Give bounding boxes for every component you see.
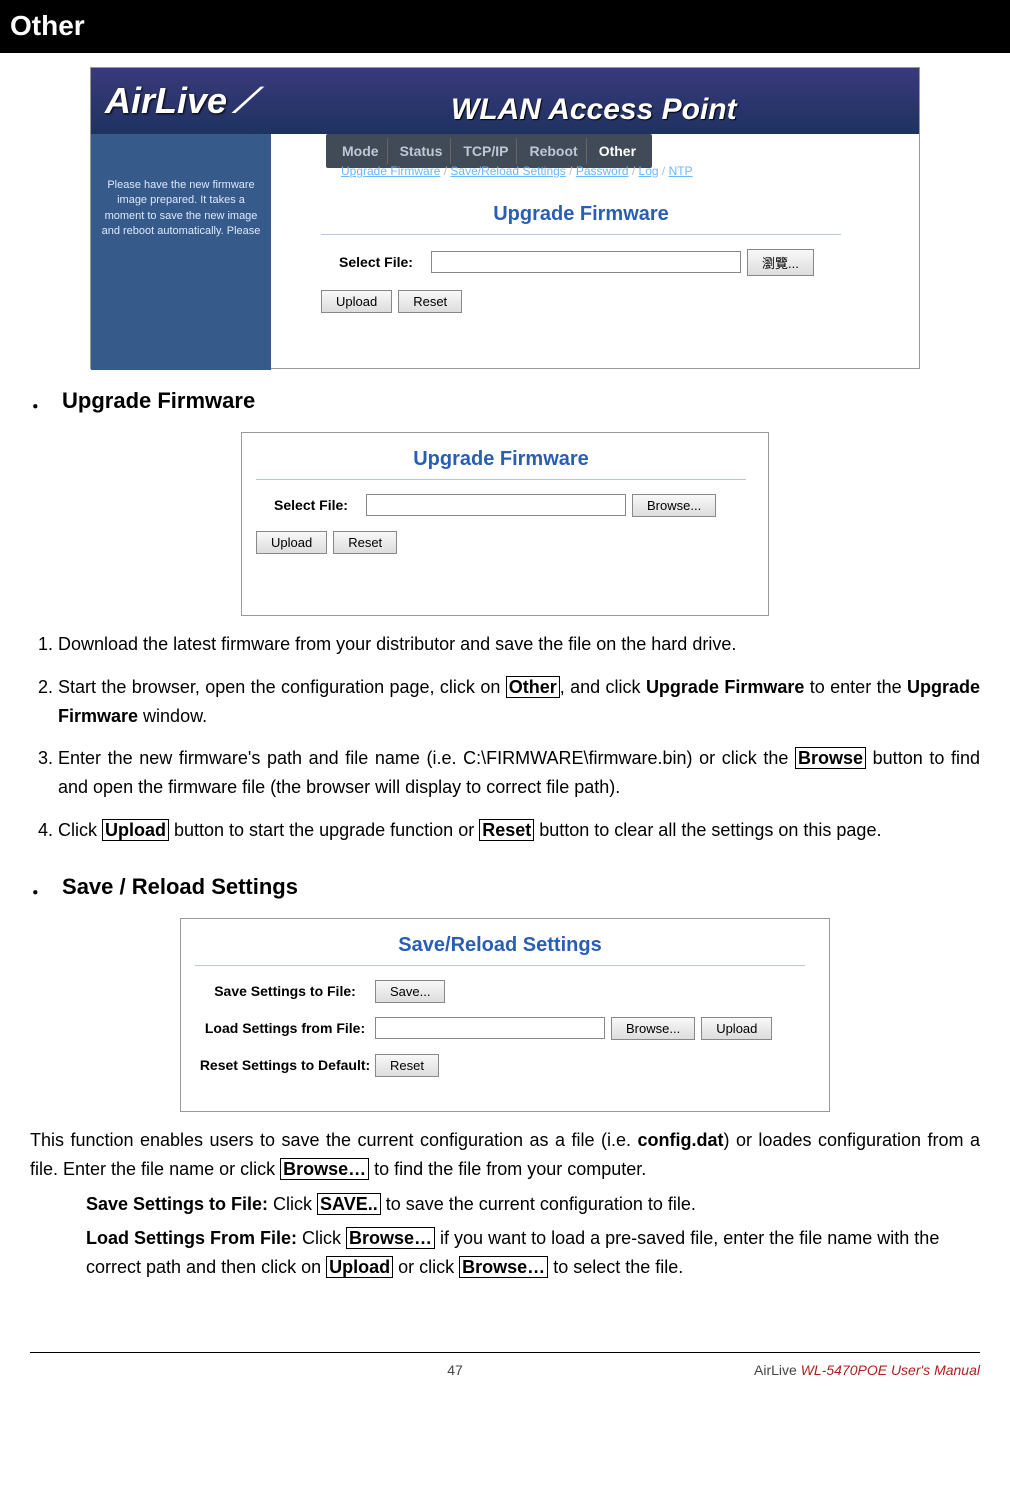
ss3-heading: Save/Reload Settings (195, 929, 805, 966)
subnav-log[interactable]: Log (639, 164, 659, 178)
logo-swoosh-icon: ⟋ (233, 74, 257, 128)
ss3-save-button[interactable]: Save... (375, 980, 445, 1003)
select-file-input[interactable] (431, 251, 741, 273)
save-reload-description: This function enables users to save the … (30, 1126, 980, 1184)
section-upgrade-firmware: ．Upgrade Firmware (30, 383, 1010, 418)
ss2-upload-button[interactable]: Upload (256, 531, 327, 554)
upgrade-panel: Upgrade Firmware Select File: 瀏覽... Uplo… (321, 198, 841, 313)
ss2-select-file-input[interactable] (366, 494, 626, 516)
select-file-label: Select File: (321, 251, 431, 273)
ss2-browse-button[interactable]: Browse... (632, 494, 716, 517)
screenshot-other-page: AirLive ⟋ WLAN Access Point Mode Status … (90, 67, 920, 369)
subnav-password[interactable]: Password (576, 164, 629, 178)
subnav-save-reload[interactable]: Save/Reload Settings (450, 164, 565, 178)
bullet-icon: ． (30, 388, 52, 413)
sep: / (662, 164, 669, 178)
upgrade-firmware-heading: Upgrade Firmware (321, 198, 841, 235)
logo-airlive: AirLive (105, 72, 227, 130)
tab-status[interactable]: Status (392, 138, 452, 164)
ss3-browse-button[interactable]: Browse... (611, 1017, 695, 1040)
wlan-title: WLAN Access Point (451, 86, 737, 134)
ss2-heading: Upgrade Firmware (256, 443, 746, 480)
inline-box-reset: Reset (479, 819, 534, 841)
ss3-upload-button[interactable]: Upload (701, 1017, 772, 1040)
inline-box-browse2: Browse… (280, 1158, 369, 1180)
reset-button[interactable]: Reset (398, 290, 462, 313)
subnav-ntp[interactable]: NTP (669, 164, 693, 178)
tab-reboot[interactable]: Reboot (521, 138, 586, 164)
sidebar-help-text: Please have the new firmware image prepa… (91, 134, 271, 370)
tab-other[interactable]: Other (591, 138, 644, 164)
section-save-reload: ．Save / Reload Settings (30, 869, 1010, 904)
tab-tcpip[interactable]: TCP/IP (455, 138, 517, 164)
screenshot-upgrade-firmware: Upgrade Firmware Select File: Browse... … (241, 432, 769, 616)
inline-box-save: SAVE.. (317, 1193, 381, 1215)
other-subnav: Upgrade Firmware / Save/Reload Settings … (341, 162, 693, 181)
inline-box-browse4: Browse… (459, 1256, 548, 1278)
ss3-load-label: Load Settings from File: (195, 1020, 375, 1037)
step-3: Enter the new firmware's path and file n… (58, 744, 980, 802)
tab-mode[interactable]: Mode (334, 138, 388, 164)
ss2-reset-button[interactable]: Reset (333, 531, 397, 554)
sep: / (632, 164, 639, 178)
ss3-save-label: Save Settings to File: (195, 983, 375, 1000)
page-banner: Other (0, 0, 1010, 53)
save-settings-line: Save Settings to File: Click SAVE.. to s… (86, 1190, 980, 1219)
load-settings-line: Load Settings From File: Click Browse… i… (86, 1224, 980, 1282)
ss2-select-file-label: Select File: (256, 494, 366, 516)
footer-product: AirLive WL-5470POE User's Manual (680, 1359, 980, 1381)
browse-button-cjk[interactable]: 瀏覽... (747, 249, 814, 276)
screenshot-save-reload: Save/Reload Settings Save Settings to Fi… (180, 918, 830, 1112)
inline-box-browse: Browse (795, 747, 866, 769)
inline-box-upload2: Upload (326, 1256, 393, 1278)
ss3-load-file-input[interactable] (375, 1017, 605, 1039)
ss3-reset-button[interactable]: Reset (375, 1054, 439, 1077)
inline-box-other: Other (506, 676, 560, 698)
step-4: Click Upload button to start the upgrade… (58, 816, 980, 845)
step-2: Start the browser, open the configuratio… (58, 673, 980, 731)
inline-box-upload: Upload (102, 819, 169, 841)
bullet-icon: ． (30, 874, 52, 899)
sep: / (569, 164, 576, 178)
page-footer: 47 AirLive WL-5470POE User's Manual (30, 1352, 980, 1381)
upload-button[interactable]: Upload (321, 290, 392, 313)
steps-list: Download the latest firmware from your d… (58, 630, 980, 845)
step-1: Download the latest firmware from your d… (58, 630, 980, 659)
inline-box-browse3: Browse… (346, 1227, 435, 1249)
page-number: 47 (230, 1359, 680, 1381)
ss3-reset-label: Reset Settings to Default: (195, 1057, 375, 1074)
subnav-upgrade[interactable]: Upgrade Firmware (341, 164, 440, 178)
